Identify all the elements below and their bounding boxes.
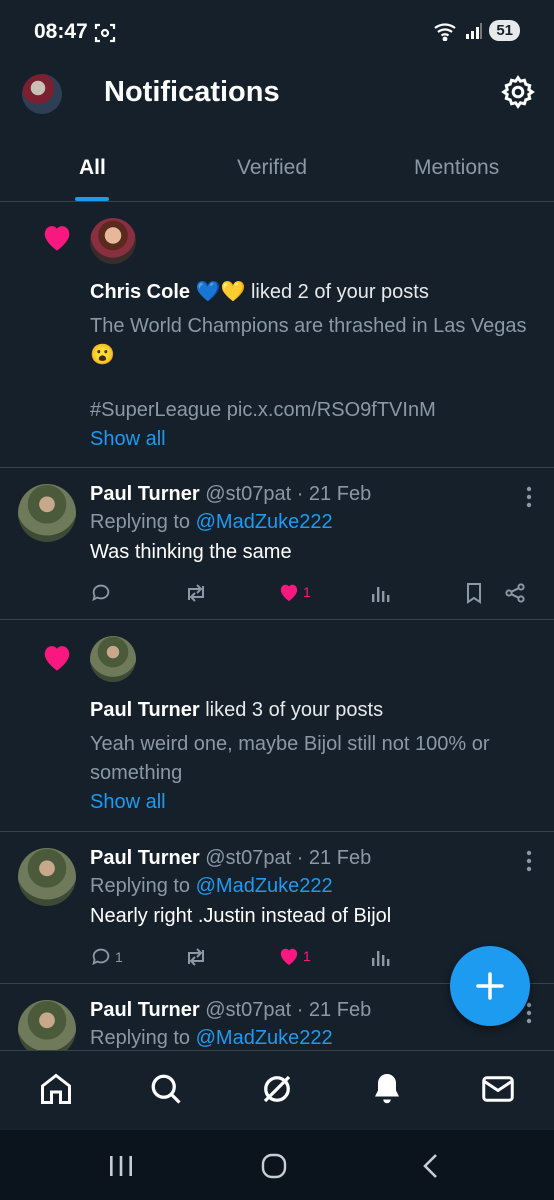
user-name[interactable]: Paul Turner	[90, 699, 200, 721]
grok-icon[interactable]	[259, 1071, 295, 1107]
user-name[interactable]: Chris Cole	[90, 281, 190, 303]
user-name[interactable]: Paul Turner	[90, 847, 200, 869]
active-tab-indicator	[75, 197, 109, 201]
liked-post-text: The World Champions are thrashed in Las …	[90, 315, 527, 366]
mention-link[interactable]: @MadZuke222	[196, 511, 333, 533]
reply-icon	[92, 948, 110, 966]
settings-gear-icon[interactable]	[500, 74, 536, 110]
bookmark-icon	[467, 583, 481, 604]
replying-to: Replying to @MadZuke222	[90, 1024, 534, 1050]
mention-link[interactable]: @MadZuke222	[196, 1027, 333, 1049]
post-actions: 1	[90, 574, 534, 626]
avatar[interactable]	[18, 1000, 76, 1050]
reply-icon	[92, 584, 110, 602]
user-handle: @st07pat	[205, 483, 292, 505]
home-icon[interactable]	[38, 1071, 74, 1107]
heart-filled-icon	[280, 584, 298, 602]
heart-icon	[44, 226, 70, 251]
battery-indicator: 51	[489, 20, 520, 41]
repost-icon	[188, 948, 204, 966]
show-all-link[interactable]: Show all	[90, 788, 534, 816]
share-icon	[505, 583, 525, 603]
recents-icon[interactable]	[106, 1152, 136, 1180]
reply-header: Paul Turner @st07pat · 21 Feb	[90, 480, 534, 508]
like-notification[interactable]: Chris Cole 💙💛 liked 2 of your posts The …	[0, 202, 554, 468]
more-options-icon[interactable]	[526, 486, 532, 508]
search-icon[interactable]	[148, 1071, 184, 1107]
avatar[interactable]	[90, 218, 136, 264]
replying-to-label: Replying to	[90, 1027, 191, 1049]
views-button[interactable]	[370, 946, 392, 968]
notifications-bell-icon[interactable]	[369, 1071, 405, 1107]
repost-button[interactable]	[184, 946, 208, 968]
status-bar: 08:47 51	[0, 0, 554, 62]
reply-notification[interactable]: Paul Turner @st07pat · 21 Feb Replying t…	[0, 468, 554, 620]
liked-post-text: Yeah weird one, maybe Bijol still not 10…	[90, 733, 490, 784]
avatar[interactable]	[90, 636, 136, 682]
share-button[interactable]	[504, 582, 526, 604]
notification-action: liked 2 of your posts	[250, 281, 429, 303]
status-time: 08:47	[34, 20, 88, 43]
profile-avatar[interactable]	[22, 74, 62, 114]
liked-post-hashtag: #SuperLeague pic.x.com/RSO9fTVInM	[90, 399, 436, 421]
user-name[interactable]: Paul Turner	[90, 999, 200, 1021]
reply-count: 1	[115, 949, 123, 965]
notification-summary: Chris Cole 💙💛 liked 2 of your posts	[90, 278, 534, 306]
tab-mentions[interactable]: Mentions	[414, 156, 499, 180]
top-app-bar: Notifications	[0, 62, 554, 126]
replying-to-label: Replying to	[90, 511, 191, 533]
notifications-feed[interactable]: Chris Cole 💙💛 liked 2 of your posts The …	[0, 202, 554, 1050]
user-emoji: 💙💛	[195, 281, 246, 303]
reply-button[interactable]	[90, 582, 115, 604]
like-count: 1	[303, 584, 311, 600]
reply-header: Paul Turner @st07pat · 21 Feb	[90, 844, 534, 872]
system-navigation-bar	[0, 1130, 554, 1200]
reply-text: Was thinking the same	[90, 541, 292, 563]
user-handle: @st07pat	[205, 847, 292, 869]
heart-filled-icon	[280, 948, 298, 966]
notification-tabs: All Verified Mentions	[0, 134, 554, 202]
wifi-icon	[434, 22, 456, 41]
like-count: 1	[303, 948, 311, 964]
post-date: · 21 Feb	[296, 483, 372, 505]
reply-button[interactable]: 1	[90, 946, 123, 968]
like-button[interactable]: 1	[278, 946, 311, 966]
mention-link[interactable]: @MadZuke222	[196, 875, 333, 897]
bottom-navigation	[0, 1050, 554, 1130]
replying-to-label: Replying to	[90, 875, 191, 897]
views-button[interactable]	[370, 582, 392, 604]
replying-to: Replying to @MadZuke222	[90, 872, 534, 900]
compose-post-button[interactable]	[450, 946, 530, 1026]
screenshot-scan-icon	[94, 23, 116, 43]
tab-all[interactable]: All	[79, 156, 106, 180]
post-date: · 21 Feb	[296, 847, 372, 869]
reply-text: Nearly right .Justin instead of Bijol	[90, 905, 392, 927]
messages-mail-icon[interactable]	[480, 1071, 516, 1107]
like-button[interactable]: 1	[278, 582, 311, 602]
analytics-icon	[372, 951, 390, 966]
avatar[interactable]	[18, 848, 76, 906]
back-icon[interactable]	[416, 1152, 446, 1180]
signal-icon	[466, 22, 483, 39]
status-icons: 51	[433, 20, 520, 41]
post-date: · 21 Feb	[296, 999, 372, 1021]
like-notification[interactable]: Paul Turner liked 3 of your posts Yeah w…	[0, 620, 554, 832]
notification-summary: Paul Turner liked 3 of your posts	[90, 696, 534, 724]
more-options-icon[interactable]	[526, 850, 532, 872]
home-circle-icon[interactable]	[259, 1152, 289, 1180]
avatar[interactable]	[18, 484, 76, 542]
plus-icon	[476, 972, 504, 1000]
repost-button[interactable]	[184, 582, 208, 604]
analytics-icon	[372, 587, 390, 602]
user-name[interactable]: Paul Turner	[90, 483, 200, 505]
notification-action: liked 3 of your posts	[205, 699, 384, 721]
bookmark-button[interactable]	[464, 582, 484, 604]
page-title: Notifications	[104, 76, 280, 108]
show-all-link[interactable]: Show all	[90, 425, 534, 453]
tab-verified[interactable]: Verified	[237, 156, 307, 180]
user-handle: @st07pat	[205, 999, 292, 1021]
heart-icon	[44, 646, 70, 671]
repost-icon	[188, 584, 204, 602]
replying-to: Replying to @MadZuke222	[90, 508, 534, 536]
